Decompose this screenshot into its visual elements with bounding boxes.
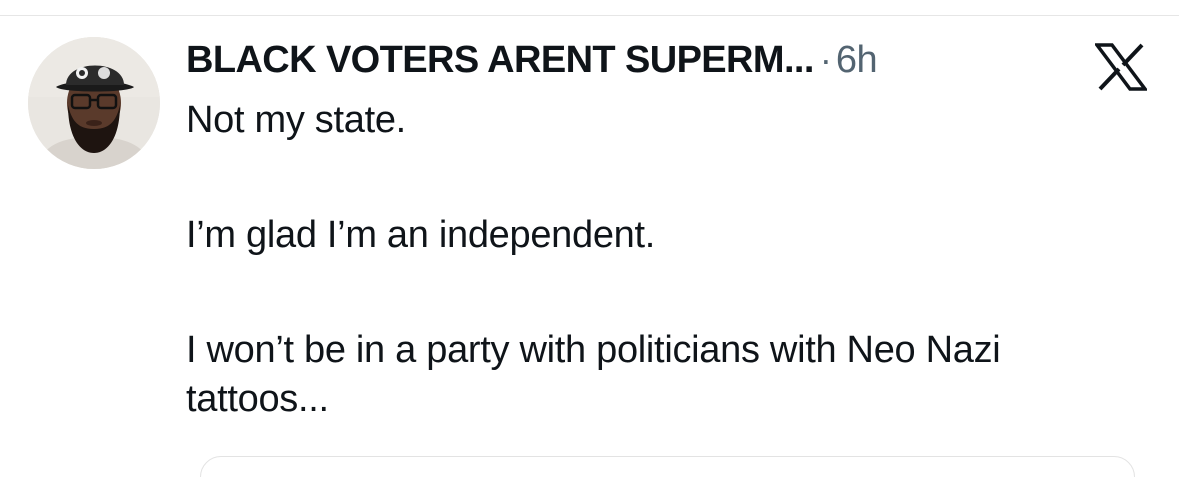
separator-dot: · [819,39,832,80]
tweet-header: BLACK VOTERS ARENT SUPERM... · 6h [186,35,878,85]
tweet-text: Not my state. I’m glad I’m an independen… [186,96,1146,424]
tweet[interactable]: BLACK VOTERS ARENT SUPERM... · 6h Not my… [0,0,1179,477]
timestamp[interactable]: 6h [836,39,878,82]
display-name[interactable]: BLACK VOTERS ARENT SUPERM... [186,39,814,82]
avatar-photo [28,37,160,169]
x-logo-icon[interactable] [1093,43,1149,91]
tweet-paragraph: I won’t be in a party with politicians w… [186,329,1001,420]
avatar[interactable] [28,37,160,169]
tweet-paragraph: Not my state. [186,99,406,141]
tweet-paragraph: I’m glad I’m an independent. [186,214,656,256]
quote-card[interactable] [200,456,1135,477]
